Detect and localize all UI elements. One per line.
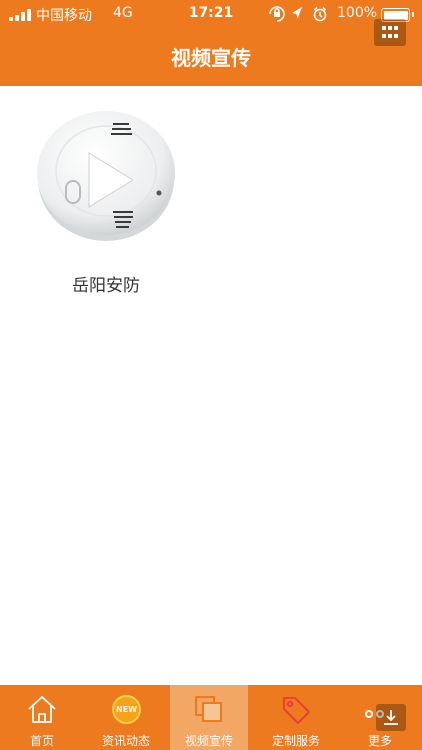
page-title: 视频宣传 (171, 46, 251, 70)
header-bar: 中国移动 4G 17:21 100% 视频宣传 (0, 0, 422, 86)
status-icons (269, 6, 327, 22)
grid-menu-button[interactable] (374, 19, 406, 46)
tab-custom-service[interactable]: 定制服务 (254, 685, 338, 750)
orientation-lock-icon (269, 6, 285, 22)
new-badge-icon: NEW (112, 695, 141, 724)
tab-label: 定制服务 (271, 734, 320, 748)
grid-icon (382, 26, 398, 38)
battery-percent: 100% (337, 5, 378, 21)
tab-label: 首页 (29, 734, 54, 748)
video-frames-icon (195, 696, 222, 722)
tab-news[interactable]: NEW 资讯动态 (84, 685, 168, 750)
alarm-clock-icon (313, 6, 327, 22)
home-icon (28, 696, 56, 723)
video-item[interactable]: 岳阳安防 (33, 103, 179, 298)
location-arrow-icon (292, 7, 302, 19)
status-bar: 中国移动 4G 17:21 100% (0, 0, 422, 28)
smoke-detector-image (37, 111, 175, 241)
video-title: 岳阳安防 (72, 276, 140, 296)
tab-label: 更多 (367, 734, 392, 748)
download-button[interactable] (376, 704, 406, 731)
tag-icon (283, 697, 310, 724)
tab-label: 视频宣传 (184, 734, 233, 748)
bottom-tabbar: 首页 NEW 资讯动态 视频宣传 定制服务 更多 (0, 685, 422, 750)
tab-label: 资讯动态 (101, 734, 150, 748)
tab-home[interactable]: 首页 (0, 685, 84, 750)
tab-video[interactable]: 视频宣传 (170, 685, 248, 750)
download-icon (384, 710, 398, 725)
